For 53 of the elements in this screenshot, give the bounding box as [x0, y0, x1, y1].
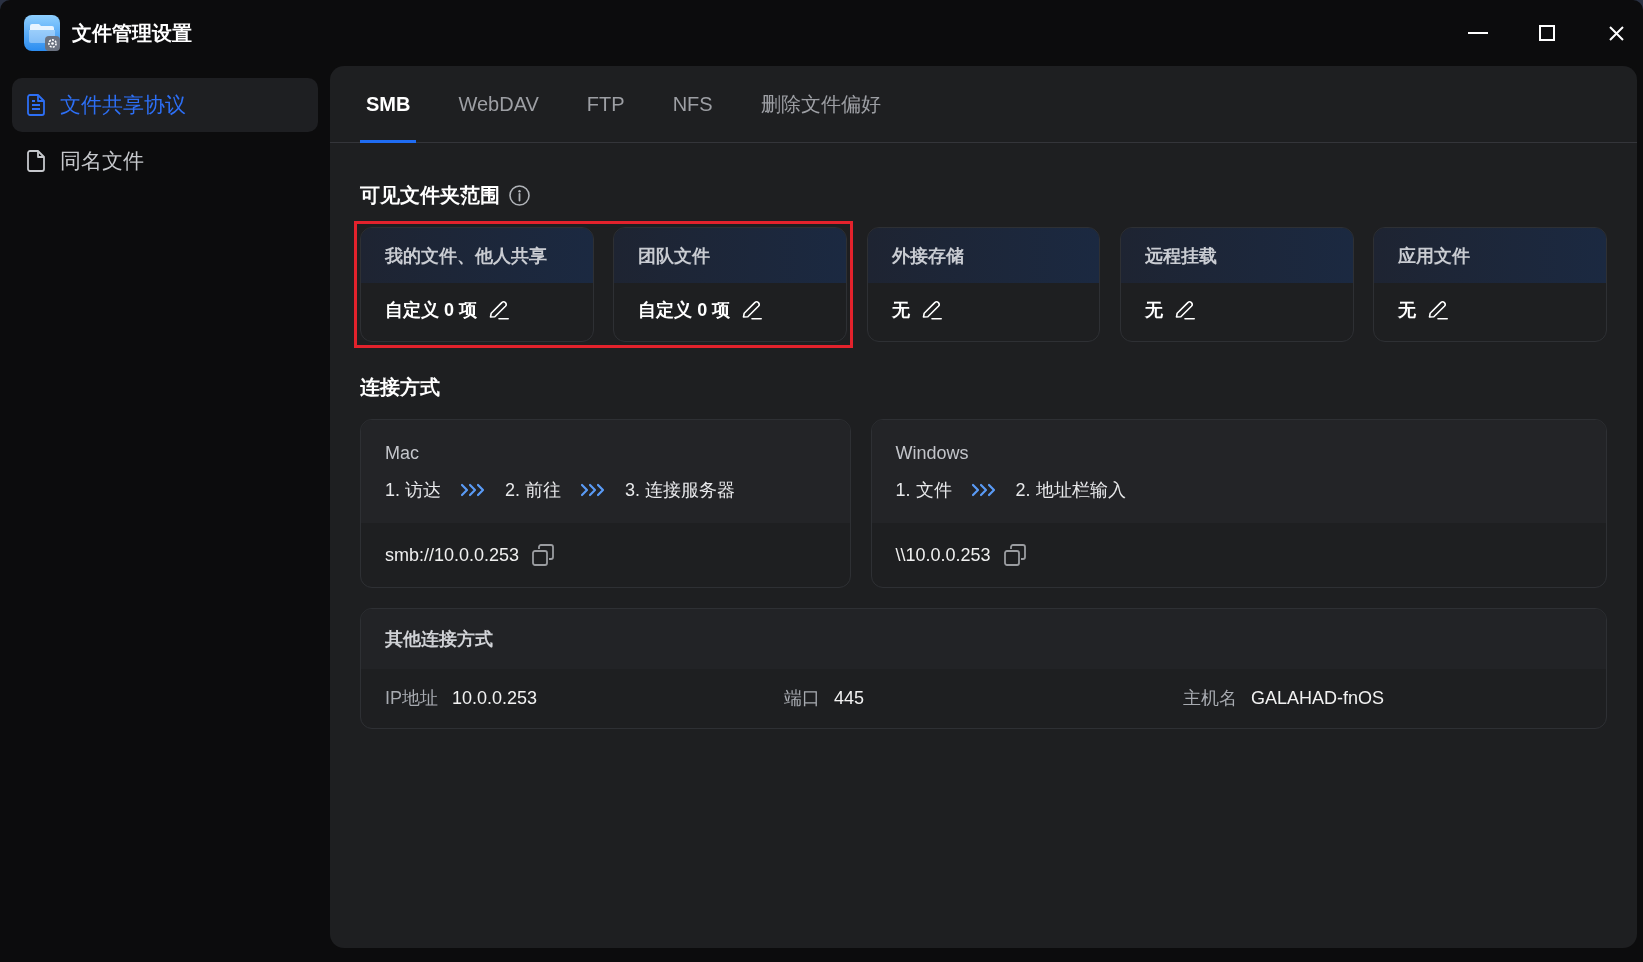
protocol-tab[interactable]: SMB [360, 66, 417, 143]
section-title: 连接方式 [360, 375, 440, 400]
sidebar-item[interactable]: 文件共享协议 [12, 78, 318, 132]
card-title: 其他连接方式 [385, 627, 493, 651]
close-icon [1608, 25, 1624, 41]
field-value: GALAHAD-fnOS [1251, 687, 1385, 710]
field-label: 主机名 [1183, 687, 1237, 710]
protocol-tab[interactable]: NFS [666, 66, 719, 143]
card-title: 远程挂载 [1144, 244, 1217, 268]
platform-name: Windows [895, 442, 969, 465]
pencil-icon[interactable] [921, 299, 942, 320]
field-label: IP地址 [385, 687, 438, 710]
field-value: 10.0.0.253 [452, 687, 538, 710]
address-text: smb://10.0.0.253 [385, 544, 520, 567]
protocol-tab[interactable]: 删除文件偏好 [754, 66, 887, 143]
sidebar-item[interactable]: 同名文件 [12, 134, 318, 188]
window-title: 文件管理设置 [72, 21, 192, 46]
card-title: 团队文件 [638, 244, 711, 268]
copy-icon[interactable] [532, 544, 555, 566]
step-text: 2. 地址栏输入 [1015, 479, 1126, 502]
copy-icon[interactable] [1003, 544, 1026, 566]
step-text: 2. 前往 [505, 479, 562, 502]
triple-chevron-icon [580, 483, 607, 497]
pencil-icon[interactable] [742, 299, 763, 320]
step-text: 1. 文件 [895, 479, 952, 502]
protocol-tab[interactable]: WebDAV [452, 66, 545, 143]
scope-value: 无 [891, 298, 910, 322]
scope-value: 自定义 0 项 [638, 298, 731, 322]
field-label: 端口 [784, 687, 820, 710]
pencil-icon[interactable] [1428, 299, 1449, 320]
platform-name: Mac [385, 442, 419, 465]
card-title: 外接存储 [891, 244, 964, 268]
section-title: 可见文件夹范围 [360, 183, 500, 208]
file-icon [27, 150, 45, 172]
folder-app-icon [24, 15, 60, 51]
step-text: 3. 连接服务器 [625, 479, 736, 502]
triple-chevron-icon [970, 483, 997, 497]
maximize-icon [1539, 25, 1555, 41]
info-icon [509, 184, 530, 206]
field-value: 445 [834, 687, 865, 710]
step-text: 1. 访达 [385, 479, 441, 502]
card-title: 我的文件、他人共享 [385, 244, 547, 268]
scope-value: 无 [1398, 298, 1417, 322]
pencil-icon[interactable] [489, 299, 509, 320]
minimize-icon [1468, 32, 1488, 34]
document-icon [27, 94, 45, 116]
scope-value: 自定义 0 项 [385, 298, 477, 322]
protocol-tab[interactable]: FTP [580, 66, 631, 143]
card-title: 应用文件 [1398, 244, 1471, 268]
scope-value: 无 [1144, 298, 1163, 322]
pencil-icon[interactable] [1174, 299, 1195, 320]
address-text: \\10.0.0.253 [895, 544, 991, 567]
triple-chevron-icon [460, 483, 486, 497]
